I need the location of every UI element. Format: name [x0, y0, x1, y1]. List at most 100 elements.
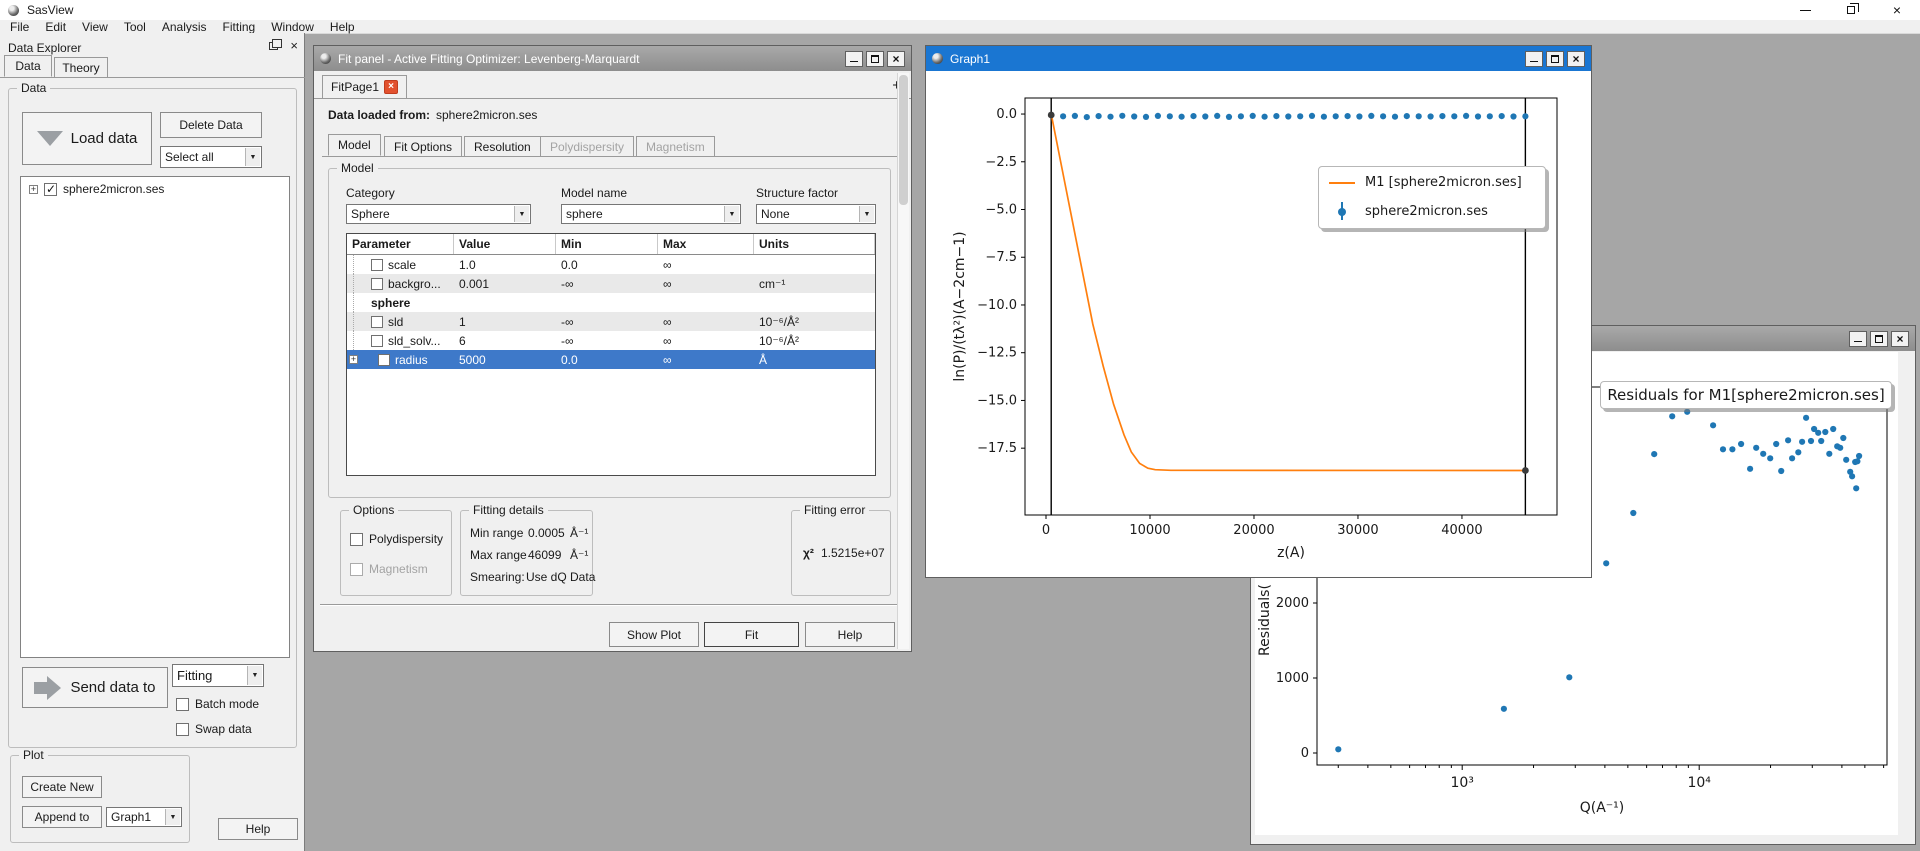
model-name-combo[interactable]: sphere ▼	[561, 204, 741, 224]
close-icon: ×	[892, 53, 899, 65]
graph1-title-bar[interactable]: Graph1 ×	[926, 46, 1591, 71]
param-checkbox[interactable]	[378, 354, 390, 366]
table-row[interactable]: sld 1 -∞ ∞ 10⁻⁶/Å²	[347, 312, 875, 331]
table-row[interactable]: sld_solv... 6 -∞ ∞ 10⁻⁶/Å²	[347, 331, 875, 350]
menu-analysis[interactable]: Analysis	[154, 20, 215, 34]
app-close-button[interactable]: ×	[1874, 0, 1920, 20]
swap-data-checkbox[interactable]	[176, 723, 189, 736]
chevron-down-icon[interactable]: ▼	[859, 206, 874, 222]
menu-tool[interactable]: Tool	[116, 20, 154, 34]
graph1-plot[interactable]: 0100002000030000400000.0−2.5−5.0−7.5−10.…	[926, 71, 1591, 577]
select-all-combo[interactable]: Select all ▼	[160, 146, 262, 168]
structure-factor-combo[interactable]: None ▼	[756, 204, 876, 224]
param-checkbox[interactable]	[371, 278, 383, 290]
close-button[interactable]: ×	[1891, 331, 1909, 347]
menu-file[interactable]: File	[2, 20, 37, 34]
batch-mode-option[interactable]: Batch mode	[176, 697, 259, 711]
param-max[interactable]: ∞	[658, 274, 754, 293]
show-plot-button[interactable]: Show Plot	[609, 622, 699, 647]
fitpage-tab[interactable]: FitPage1 ×	[322, 75, 407, 99]
data-group-label: Data	[17, 81, 50, 95]
table-row[interactable]: backgro... 0.001 -∞ ∞ cm⁻¹	[347, 274, 875, 293]
fit-help-button[interactable]: Help	[805, 622, 895, 647]
scrollbar-thumb[interactable]	[899, 75, 908, 205]
tab-theory[interactable]: Theory	[54, 57, 108, 77]
param-checkbox[interactable]	[371, 316, 383, 328]
tree-item-checkbox[interactable]	[44, 183, 57, 196]
param-value[interactable]: 1	[454, 312, 556, 331]
append-to-button[interactable]: Append to	[22, 806, 102, 828]
model-name-label: Model name	[561, 186, 627, 200]
scrollbar[interactable]	[897, 73, 909, 649]
maximize-button[interactable]	[866, 51, 884, 67]
subtab-resolution[interactable]: Resolution	[464, 136, 541, 156]
close-button[interactable]: ×	[887, 51, 905, 67]
load-data-button[interactable]: Load data	[22, 112, 152, 165]
chevron-down-icon[interactable]: ▼	[514, 206, 529, 222]
subtab-model[interactable]: Model	[328, 134, 381, 156]
graph1-legend[interactable]: M1 [sphere2micron.ses] sphere2micron.ses	[1318, 166, 1546, 229]
window-icon	[932, 53, 943, 64]
param-value[interactable]: 1.0	[454, 255, 556, 274]
table-row-selected[interactable]: +radius 5000 0.0 ∞ Å	[347, 350, 875, 369]
menu-help[interactable]: Help	[322, 20, 363, 34]
row-expander-icon[interactable]: +	[349, 355, 358, 364]
polydispersity-checkbox[interactable]	[350, 533, 363, 546]
explorer-help-button[interactable]: Help	[218, 818, 298, 840]
param-min[interactable]: 0.0	[556, 350, 658, 369]
delete-data-button[interactable]: Delete Data	[160, 112, 262, 138]
send-to-combo[interactable]: Fitting ▼	[172, 664, 264, 687]
fit-panel-title-bar[interactable]: Fit panel - Active Fitting Optimizer: Le…	[314, 46, 911, 71]
fit-button[interactable]: Fit	[704, 622, 799, 647]
menu-view[interactable]: View	[74, 20, 116, 34]
tab-data[interactable]: Data	[4, 55, 52, 77]
panel-float-icon[interactable]	[269, 42, 278, 50]
chevron-down-icon[interactable]: ▼	[247, 666, 262, 685]
param-units: 10⁻⁶/Å²	[754, 312, 875, 331]
param-min[interactable]: -∞	[556, 312, 658, 331]
minimize-button[interactable]	[1525, 51, 1543, 67]
param-checkbox[interactable]	[371, 259, 383, 271]
menu-window[interactable]: Window	[263, 20, 322, 34]
chevron-down-icon[interactable]: ▼	[165, 809, 180, 825]
param-max[interactable]: ∞	[658, 312, 754, 331]
app-restore-button[interactable]	[1828, 0, 1874, 20]
app-icon	[8, 5, 19, 16]
polydispersity-option[interactable]: Polydispersity	[350, 532, 443, 546]
param-max[interactable]: ∞	[658, 255, 754, 274]
param-max[interactable]: ∞	[658, 331, 754, 350]
param-checkbox[interactable]	[371, 335, 383, 347]
category-combo[interactable]: Sphere ▼	[346, 204, 531, 224]
table-row[interactable]: scale 1.0 0.0 ∞	[347, 255, 875, 274]
param-max[interactable]: ∞	[658, 350, 754, 369]
send-data-button[interactable]: Send data to	[22, 667, 168, 708]
close-tab-icon[interactable]: ×	[384, 80, 398, 94]
param-value[interactable]: 0.001	[454, 274, 556, 293]
chevron-down-icon[interactable]: ▼	[724, 206, 739, 222]
panel-close-icon[interactable]: ×	[290, 39, 298, 52]
menu-fitting[interactable]: Fitting	[215, 20, 264, 34]
batch-mode-checkbox[interactable]	[176, 698, 189, 711]
create-new-button[interactable]: Create New	[22, 776, 102, 798]
param-value[interactable]: 5000	[454, 350, 556, 369]
minimize-button[interactable]	[1849, 331, 1867, 347]
parameter-table[interactable]: Parameter Value Min Max Units scale 1.0 …	[346, 233, 876, 476]
tree-item-label[interactable]: sphere2micron.ses	[63, 182, 164, 196]
maximize-button[interactable]	[1546, 51, 1564, 67]
param-value[interactable]: 6	[454, 331, 556, 350]
tree-expander-icon[interactable]: +	[29, 185, 38, 194]
close-button[interactable]: ×	[1567, 51, 1585, 67]
chi2-value: 1.5215e+07	[821, 546, 885, 560]
app-minimize-button[interactable]	[1782, 0, 1828, 20]
menu-edit[interactable]: Edit	[37, 20, 74, 34]
param-min[interactable]: 0.0	[556, 255, 658, 274]
minimize-button[interactable]	[845, 51, 863, 67]
chevron-down-icon[interactable]: ▼	[245, 148, 260, 166]
param-min[interactable]: -∞	[556, 274, 658, 293]
param-min[interactable]: -∞	[556, 331, 658, 350]
append-graph-combo[interactable]: Graph1 ▼	[106, 807, 182, 827]
subtab-fit-options[interactable]: Fit Options	[384, 136, 462, 156]
swap-data-option[interactable]: Swap data	[176, 722, 252, 736]
data-tree[interactable]: + sphere2micron.ses	[20, 176, 290, 658]
maximize-button[interactable]	[1870, 331, 1888, 347]
